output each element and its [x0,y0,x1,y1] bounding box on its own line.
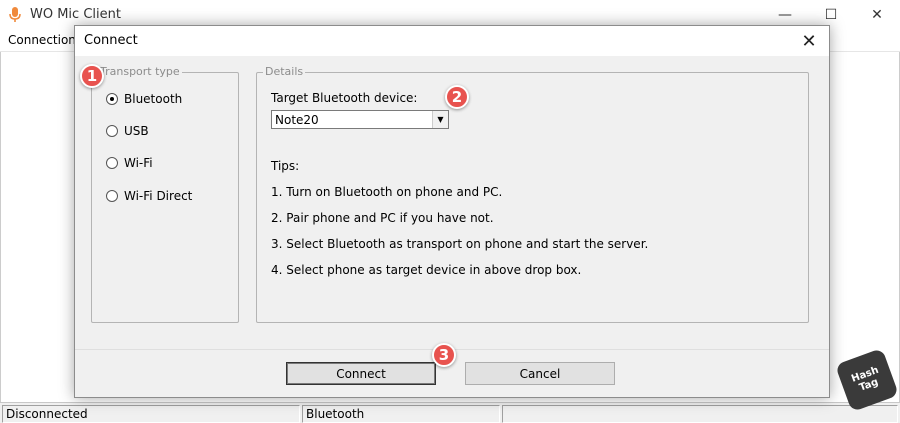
dialog-titlebar: Connect ✕ [75,26,829,56]
radio-label: Bluetooth [124,92,183,106]
radio-label: USB [124,124,149,138]
dialog-title: Connect [84,33,138,48]
connect-dialog: Connect ✕ Transport type Bluetooth USB W… [74,25,830,398]
connect-button[interactable]: Connect [286,362,436,385]
tip-item: 3. Select Bluetooth as transport on phon… [271,237,649,251]
step-3-badge: 3 [432,343,456,367]
transport-type-group: Transport type Bluetooth USB Wi-Fi Wi-Fi… [91,65,239,323]
status-empty [502,405,898,423]
radio-label: Wi-Fi [124,156,153,170]
step-1-badge: 1 [80,64,104,88]
radio-wifi[interactable]: Wi-Fi [106,156,153,170]
menu-connection[interactable]: Connection [8,33,76,47]
status-transport: Bluetooth [302,405,500,423]
radio-usb[interactable]: USB [106,124,149,138]
radio-bluetooth[interactable]: Bluetooth [106,92,182,106]
transport-type-legend: Transport type [98,65,182,78]
window-title: WO Mic Client [30,7,121,22]
close-icon: ✕ [801,30,817,52]
status-connection: Disconnected [2,405,300,423]
radio-button[interactable] [106,190,118,202]
tip-item: 4. Select phone as target device in abov… [271,263,582,277]
details-group: Details Target Bluetooth device: Note20 … [256,65,809,323]
radio-button[interactable] [106,157,118,169]
statusbar: Disconnected Bluetooth [0,402,900,423]
microphone-icon [9,7,21,22]
tip-item: 1. Turn on Bluetooth on phone and PC. [271,185,503,199]
dialog-close-button[interactable]: ✕ [789,26,829,56]
step-2-badge: 2 [445,85,469,109]
cancel-button[interactable]: Cancel [465,362,615,385]
radio-wifi-direct[interactable]: Wi-Fi Direct [106,189,192,203]
radio-label: Wi-Fi Direct [124,189,193,203]
dropdown-arrow-icon[interactable]: ▼ [432,111,448,128]
radio-button[interactable] [106,125,118,137]
maximize-icon: ☐ [824,7,838,23]
details-legend: Details [263,65,306,78]
tips-heading: Tips: [271,159,300,173]
tip-item: 2. Pair phone and PC if you have not. [271,211,494,225]
target-device-value: Note20 [275,113,319,127]
target-device-dropdown[interactable]: Note20 ▼ [271,110,449,129]
close-icon: ✕ [871,7,883,23]
radio-button-checked[interactable] [106,93,118,105]
target-device-label: Target Bluetooth device: [271,91,418,105]
minimize-icon: — [778,7,792,23]
close-button[interactable]: ✕ [854,0,900,30]
